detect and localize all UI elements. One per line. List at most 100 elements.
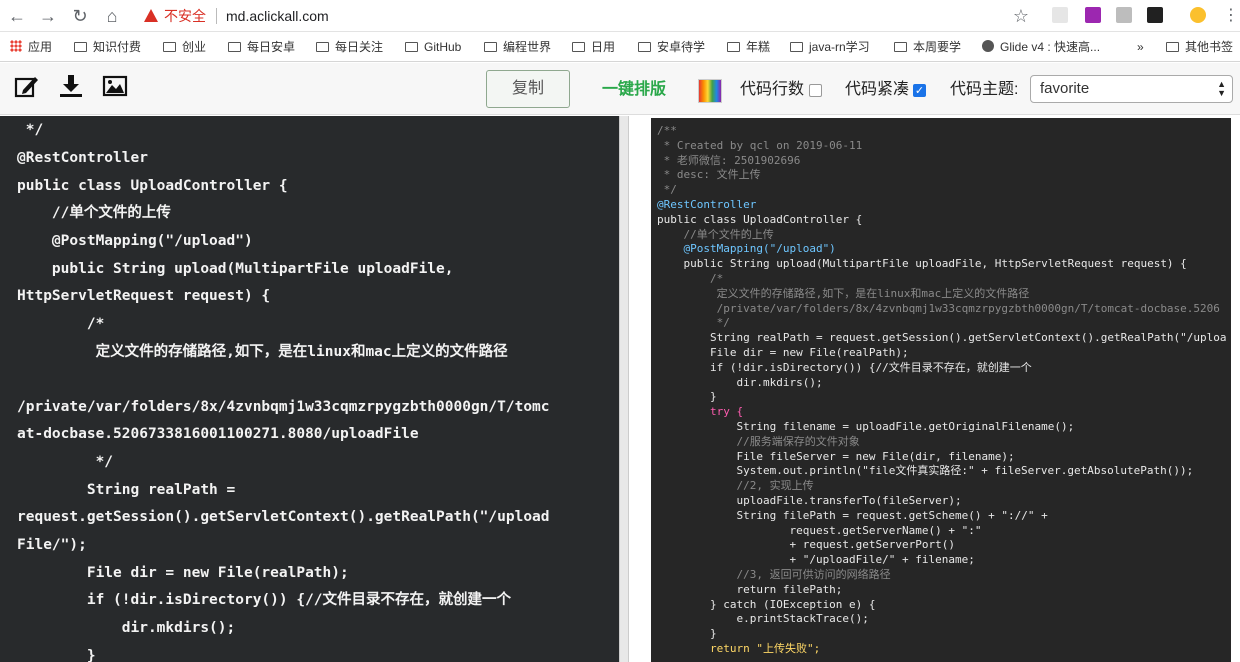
bookmark-folder[interactable]: 日用 [572, 39, 615, 55]
editor-line: at-docbase.5206733816001100271.8080/uplo… [17, 426, 419, 442]
menu-icon[interactable]: ⋮ [1220, 5, 1240, 27]
profile-avatar[interactable] [1190, 7, 1206, 23]
theme-select[interactable]: favorite ▲ ▼ [1030, 75, 1233, 103]
preview-line: //2, 实现上传 [657, 479, 814, 492]
compact-label: 代码紧凑 [845, 81, 910, 98]
copy-button[interactable]: 复制 [486, 70, 570, 108]
bookmark-folder[interactable]: 年糕 [727, 39, 770, 55]
preview-line: String filePath = request.getScheme() + … [657, 509, 1048, 522]
bookmark-other[interactable]: 其他书签 [1166, 39, 1233, 55]
pane-splitter[interactable] [619, 116, 629, 662]
preview-line: */ [657, 183, 677, 196]
star-icon[interactable]: ☆ [1010, 5, 1032, 27]
preview-line: uploadFile.transferTo(fileServer); [657, 494, 962, 507]
apps-icon [10, 40, 22, 52]
editor-line: request.getSession().getServletContext()… [17, 509, 550, 525]
editor-line: @RestController [17, 150, 148, 166]
preview-line: try { [657, 405, 744, 418]
reload-icon[interactable]: ↻ [69, 5, 91, 27]
preview-line: File dir = new File(realPath); [657, 346, 909, 359]
insecure-indicator[interactable]: 不安全 [144, 6, 206, 26]
editor-line: File/"); [17, 537, 87, 553]
select-arrows-icon: ▲ ▼ [1217, 79, 1226, 98]
bookmark-folder[interactable]: 每日关注 [316, 39, 383, 55]
globe-icon [982, 40, 994, 52]
bookmark-folder[interactable]: GitHub [405, 39, 461, 55]
preview-line: request.getServerName() + ":" [657, 524, 982, 537]
preview-line: /private/var/folders/8x/4zvnbqmj1w33cqmz… [657, 302, 1220, 315]
line-numbers-label: 代码行数 [740, 81, 805, 98]
preview-line: 定义文件的存储路径,如下，是在linux和mac上定义的文件路径 [657, 287, 1030, 300]
insecure-label: 不安全 [164, 8, 206, 24]
line-numbers-checkbox[interactable] [809, 84, 822, 97]
bookmark-folder[interactable]: 每日安卓 [228, 39, 295, 55]
folder-icon [228, 42, 241, 52]
preview-line: + request.getServerPort() [657, 538, 956, 551]
editor-toolbar: 复制 一键排版 代码行数 代码紧凑 ✓ 代码主题: favorite ▲ ▼ [0, 63, 1240, 115]
preview-line: */ [657, 316, 730, 329]
editor-line: dir.mkdirs(); [17, 620, 236, 636]
home-icon[interactable]: ⌂ [101, 5, 123, 27]
folder-icon [484, 42, 497, 52]
edit-icon[interactable] [14, 73, 40, 99]
preview-line: * 老师微信: 2501902696 [657, 154, 801, 167]
folder-icon [790, 42, 803, 52]
theme-selected-value: favorite [1040, 80, 1090, 97]
preview-line: + "/uploadFile/" + filename; [657, 553, 975, 566]
editor-line: public String upload(MultipartFile uploa… [17, 261, 454, 277]
url-field[interactable]: md.aclickall.com [226, 6, 329, 26]
extension-icon[interactable] [1052, 7, 1068, 23]
preview-line: public String upload(MultipartFile uploa… [657, 257, 1187, 270]
download-icon[interactable] [58, 73, 84, 99]
folder-icon [74, 42, 87, 52]
preview-line: dir.mkdirs(); [657, 376, 823, 389]
editor-line: */ [17, 454, 114, 470]
preview-line: File fileServer = new File(dir, filename… [657, 450, 1015, 463]
compact-checkbox[interactable]: ✓ [913, 84, 926, 97]
editor-line: */ [17, 122, 44, 138]
editor-line: } [17, 648, 96, 662]
bookmark-apps[interactable]: 应用 [10, 39, 52, 55]
preview-line: * Created by qcl on 2019-06-11 [657, 139, 863, 152]
forward-icon[interactable]: → [37, 5, 59, 27]
bookmark-folder[interactable]: 编程世界 [484, 39, 551, 55]
bookmarks-overflow[interactable]: » [1137, 39, 1144, 55]
bookmark-folder[interactable]: 创业 [163, 39, 206, 55]
preview-line: String realPath = request.getSession().g… [657, 331, 1227, 344]
preview-line: } [657, 627, 717, 640]
editor-line: @PostMapping("/upload") [17, 233, 253, 249]
folder-icon [316, 42, 329, 52]
editor-line: 定义文件的存储路径,如下，是在linux和mac上定义的文件路径 [17, 344, 508, 360]
preview-line: @RestController [657, 198, 757, 211]
extension-icon[interactable] [1085, 7, 1101, 23]
bookmark-folder[interactable]: 本周要学 [894, 39, 961, 55]
bookmark-folder[interactable]: 安卓待学 [638, 39, 705, 55]
extension-icon[interactable] [1147, 7, 1163, 23]
preview-line: } catch (IOException e) { [657, 598, 876, 611]
markdown-editor[interactable]: */ @RestController public class UploadCo… [0, 116, 619, 662]
bookmark-folder[interactable]: 知识付费 [74, 39, 141, 55]
bookmark-folder[interactable]: java-rn学习 [790, 39, 870, 55]
preview-line: return "上传失败"; [657, 642, 821, 655]
theme-label: 代码主题: [950, 81, 1019, 98]
preview-line: /* [657, 272, 724, 285]
editor-line: //单个文件的上传 [17, 205, 171, 221]
folder-icon [727, 42, 740, 52]
preview-line: if (!dir.isDirectory()) {//文件目录不存在，就创建一个 [657, 361, 1032, 374]
editor-line: HttpServletRequest request) { [17, 288, 271, 304]
auto-format-button[interactable]: 一键排版 [602, 80, 666, 100]
palette-icon[interactable] [698, 79, 722, 103]
preview-line: /** [657, 124, 677, 137]
extension-icon[interactable] [1116, 7, 1132, 23]
browser-address-bar: ← → ↻ ⌂ 不安全 md.aclickall.com ☆ ⋮ [0, 0, 1240, 32]
editor-line: if (!dir.isDirectory()) {//文件目录不存在，就创建一个 [17, 592, 512, 608]
preview-line: } [657, 390, 717, 403]
preview-line: String filename = uploadFile.getOriginal… [657, 420, 1075, 433]
bookmarks-bar: 应用 知识付费 创业 每日安卓 每日关注 GitHub 编程世界 日用 安卓待学… [0, 32, 1240, 62]
preview-line: return filePath; [657, 583, 843, 596]
image-icon[interactable] [102, 73, 128, 99]
back-icon[interactable]: ← [6, 5, 28, 27]
folder-icon [405, 42, 418, 52]
bookmark-glide[interactable]: Glide v4 : 快速高... [982, 39, 1100, 55]
preview-line: * desc: 文件上传 [657, 168, 761, 181]
